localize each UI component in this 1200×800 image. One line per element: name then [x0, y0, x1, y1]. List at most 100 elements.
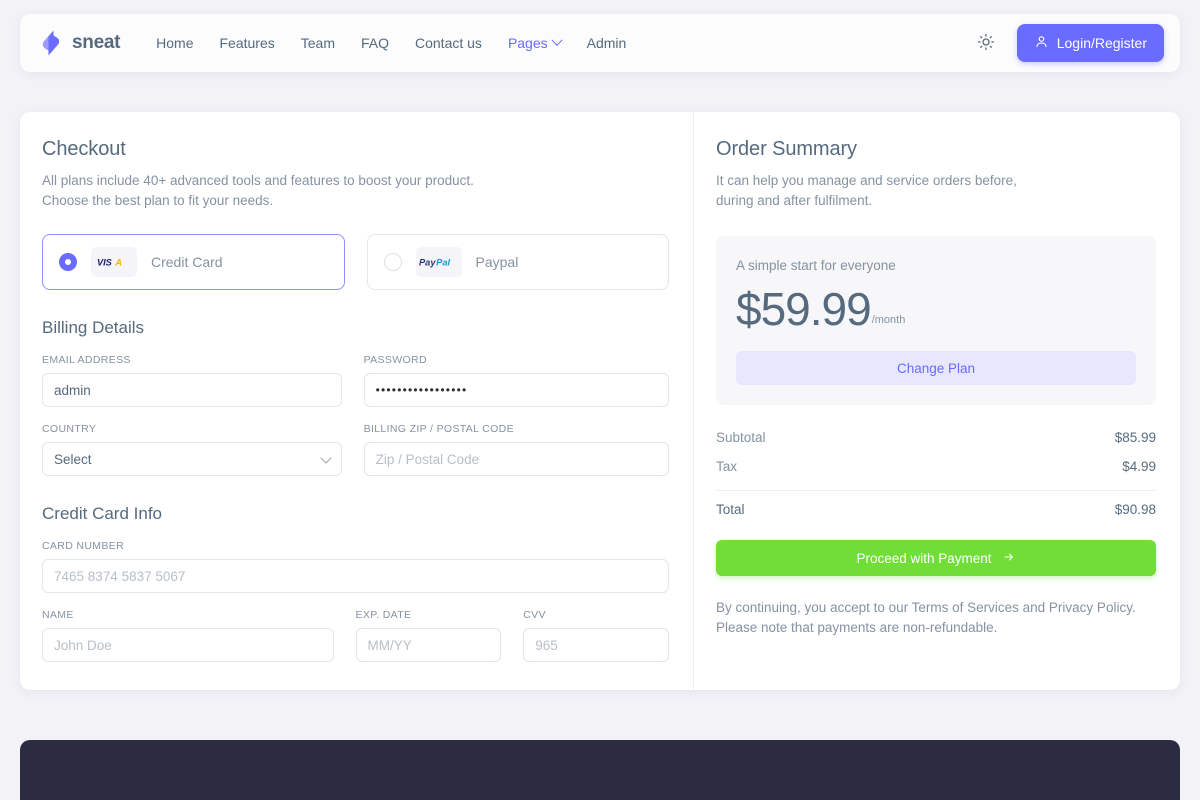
terms-text: By continuing, you accept to our Terms o… — [716, 598, 1156, 637]
svg-text:A: A — [114, 258, 122, 268]
billing-details-title: Billing Details — [42, 318, 669, 338]
totals-list: Subtotal $85.99 Tax $4.99 Total $90.98 — [716, 423, 1156, 524]
sun-icon — [977, 33, 995, 54]
payment-method-label: Paypal — [476, 254, 519, 270]
payment-method-label: Credit Card — [151, 254, 223, 270]
radio-paypal[interactable] — [384, 253, 402, 271]
card-number-field[interactable] — [42, 559, 669, 593]
cvv-field-group: CVV — [523, 609, 669, 662]
terms-line1: By continuing, you accept to our Terms o… — [716, 600, 1136, 615]
email-field-label: EMAIL ADDRESS — [42, 354, 342, 366]
payment-method-credit-card[interactable]: VIS A Credit Card — [42, 234, 345, 290]
payment-method-paypal[interactable]: Pay Pal Paypal — [367, 234, 670, 290]
email-field[interactable] — [42, 373, 342, 407]
total-value: $4.99 — [1122, 459, 1156, 474]
plan-price-amount: $59.99 — [736, 283, 871, 335]
cvv-field[interactable] — [523, 628, 669, 662]
password-field-label: PASSWORD — [364, 354, 669, 366]
password-field-group: PASSWORD — [364, 354, 669, 407]
nav-link-label: Admin — [587, 35, 627, 51]
page-footer — [20, 740, 1180, 800]
total-label: Tax — [716, 459, 737, 474]
user-icon — [1034, 34, 1049, 52]
proceed-with-payment-button[interactable]: Proceed with Payment — [716, 540, 1156, 576]
billing-row-2: COUNTRY Select BILLING ZIP / POSTAL CODE — [42, 423, 669, 476]
card-row-1: CARD NUMBER — [42, 540, 669, 593]
checkout-description: All plans include 40+ advanced tools and… — [42, 171, 669, 210]
plan-price-line: $59.99 /month — [736, 283, 1136, 335]
card-name-field-label: NAME — [42, 609, 334, 621]
page-title: Checkout — [42, 138, 669, 161]
zip-field-group: BILLING ZIP / POSTAL CODE — [364, 423, 669, 476]
visa-logo-icon: VIS A — [91, 247, 137, 277]
nav-links: Home Features Team FAQ Contact us Pages … — [156, 35, 626, 51]
nav-link-label: Pages — [508, 35, 548, 51]
order-summary-panel: Order Summary It can help you manage and… — [694, 112, 1180, 690]
theme-toggle-button[interactable] — [973, 30, 999, 56]
checkout-description-line1: All plans include 40+ advanced tools and… — [42, 173, 474, 188]
top-navbar: sneat Home Features Team FAQ Contact us … — [20, 14, 1180, 72]
totals-divider — [716, 490, 1156, 491]
terms-line2: Please note that payments are non-refund… — [716, 620, 997, 635]
zip-field[interactable] — [364, 442, 669, 476]
billing-row-1: EMAIL ADDRESS PASSWORD — [42, 354, 669, 407]
country-field-group: COUNTRY Select — [42, 423, 342, 476]
nav-link-label: FAQ — [361, 35, 389, 51]
brand-logo[interactable]: sneat — [40, 30, 120, 56]
order-summary-description: It can help you manage and service order… — [716, 171, 1156, 210]
change-plan-button[interactable]: Change Plan — [736, 351, 1136, 385]
checkout-description-line2: Choose the best plan to fit your needs. — [42, 193, 273, 208]
radio-credit-card[interactable] — [59, 253, 77, 271]
country-field-label: COUNTRY — [42, 423, 342, 435]
sneat-logo-icon — [40, 30, 62, 56]
paypal-logo-icon: Pay Pal — [416, 247, 462, 277]
country-select[interactable]: Select — [42, 442, 342, 476]
nav-link-faq[interactable]: FAQ — [361, 35, 389, 51]
nav-link-features[interactable]: Features — [220, 35, 275, 51]
proceed-with-payment-label: Proceed with Payment — [856, 551, 991, 566]
payment-method-group: VIS A Credit Card Pay Pal Paypal — [42, 234, 669, 290]
nav-link-team[interactable]: Team — [301, 35, 335, 51]
plan-note: A simple start for everyone — [736, 258, 1136, 273]
login-register-label: Login/Register — [1057, 35, 1147, 51]
card-name-field-group: NAME — [42, 609, 334, 662]
order-summary-description-line2: during and after fulfilment. — [716, 193, 872, 208]
navbar-actions: Login/Register — [973, 24, 1164, 62]
brand-name: sneat — [72, 32, 120, 54]
nav-link-label: Features — [220, 35, 275, 51]
total-row-tax: Tax $4.99 — [716, 452, 1156, 481]
email-field-group: EMAIL ADDRESS — [42, 354, 342, 407]
nav-link-label: Contact us — [415, 35, 482, 51]
total-row-subtotal: Subtotal $85.99 — [716, 423, 1156, 452]
svg-text:Pal: Pal — [436, 258, 450, 268]
exp-date-field[interactable] — [356, 628, 502, 662]
nav-link-admin[interactable]: Admin — [587, 35, 627, 51]
chevron-down-icon — [551, 35, 562, 46]
total-row-grand-total: Total $90.98 — [716, 495, 1156, 524]
total-label: Total — [716, 502, 745, 517]
svg-text:VIS: VIS — [97, 258, 113, 268]
plan-price-period: /month — [872, 314, 906, 326]
order-summary-title: Order Summary — [716, 138, 1156, 161]
plan-box: A simple start for everyone $59.99 /mont… — [716, 236, 1156, 405]
nav-link-label: Team — [301, 35, 335, 51]
card-number-field-group: CARD NUMBER — [42, 540, 669, 593]
nav-link-contact-us[interactable]: Contact us — [415, 35, 482, 51]
checkout-panel: Checkout All plans include 40+ advanced … — [20, 112, 694, 690]
total-value: $90.98 — [1115, 502, 1156, 517]
order-summary-description-line1: It can help you manage and service order… — [716, 173, 1017, 188]
cvv-field-label: CVV — [523, 609, 669, 621]
exp-date-field-label: EXP. DATE — [356, 609, 502, 621]
login-register-button[interactable]: Login/Register — [1017, 24, 1164, 62]
nav-link-label: Home — [156, 35, 193, 51]
svg-text:Pay: Pay — [419, 258, 436, 268]
checkout-card: Checkout All plans include 40+ advanced … — [20, 112, 1180, 690]
card-name-field[interactable] — [42, 628, 334, 662]
card-number-field-label: CARD NUMBER — [42, 540, 669, 552]
arrow-right-icon — [1002, 551, 1016, 566]
password-field[interactable] — [364, 373, 669, 407]
zip-field-label: BILLING ZIP / POSTAL CODE — [364, 423, 669, 435]
nav-link-pages[interactable]: Pages — [508, 35, 561, 51]
total-label: Subtotal — [716, 430, 766, 445]
nav-link-home[interactable]: Home — [156, 35, 193, 51]
